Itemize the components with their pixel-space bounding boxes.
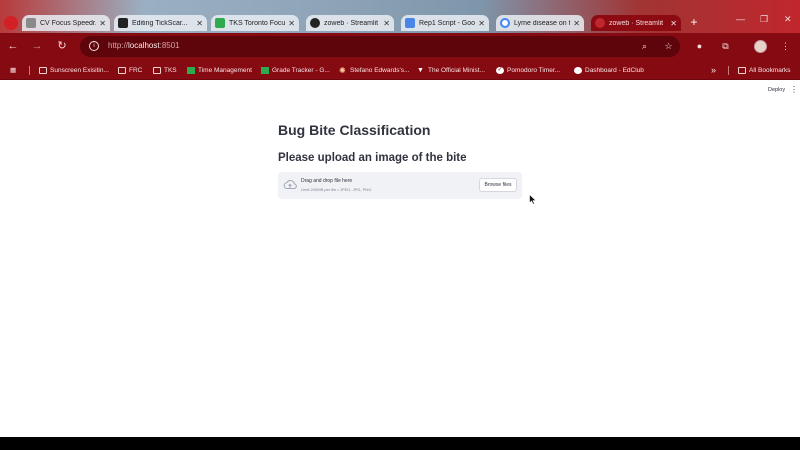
sheet-icon (261, 66, 269, 74)
tab-title: Editing TickScar... (132, 19, 188, 27)
check-icon: ✓ (496, 66, 504, 74)
bookmark-label: The Official Minist... (428, 66, 485, 74)
close-icon[interactable]: ✕ (573, 19, 580, 28)
streamlit-app: Deploy ⋮ Bug Bite Classification Please … (0, 81, 800, 437)
folder-icon (39, 66, 47, 74)
tab-title: zoweb · Streamlit (609, 19, 664, 27)
url-port: :8501 (159, 41, 180, 50)
forward-arrow-icon[interactable]: → (30, 39, 44, 53)
bookmark-label: Pomodoro Timer... (507, 66, 561, 74)
tab-favicon-icon (310, 18, 320, 28)
tab-favicon-icon (595, 18, 605, 28)
tab-lyme-disease[interactable]: Lyme disease on t... ✕ (496, 15, 584, 31)
bookmark-separator (29, 66, 30, 75)
apps-grid-icon[interactable]: ▦ (10, 65, 16, 75)
minimize-icon[interactable]: — (736, 14, 745, 24)
bookmarks-bar: ▦ Sunscreen Exisitin... FRC TKS Time Man… (0, 60, 800, 80)
tab-search-icon[interactable] (4, 16, 18, 30)
tab-title: Rep1 Script - Goo... (419, 19, 476, 27)
sheet-icon (187, 66, 195, 74)
page-title: Bug Bite Classification (278, 122, 431, 138)
browse-files-button[interactable]: Browse files (479, 178, 517, 192)
page-subtitle: Please upload an image of the bite (278, 152, 467, 164)
bookmark-separator (728, 66, 729, 75)
all-bookmarks[interactable]: All Bookmarks (738, 65, 791, 75)
bookmark-tks[interactable]: TKS (153, 65, 177, 75)
plus-icon[interactable]: + (687, 15, 701, 29)
tab-title: CV Focus Speedr... (40, 19, 97, 27)
tab-favicon-icon (215, 18, 225, 28)
tab-favicon-icon (118, 18, 128, 28)
bookmark-sunscreen[interactable]: Sunscreen Exisitin... (39, 65, 109, 75)
browser-window: CV Focus Speedr... ✕ Editing TickScar...… (0, 0, 800, 437)
close-icon[interactable]: ✕ (383, 19, 390, 28)
more-menu-icon[interactable]: ⋮ (780, 41, 791, 52)
tab-favicon-icon (500, 18, 510, 28)
info-icon[interactable]: i (89, 41, 99, 51)
bookmark-dashboard-edclub[interactable]: Dashboard - EdClub (574, 65, 644, 75)
tab-editing-tickscar[interactable]: Editing TickScar... ✕ (114, 15, 207, 31)
tab-tks-toronto[interactable]: TKS Toronto Focu... ✕ (211, 15, 299, 31)
cloud-upload-icon (283, 180, 297, 190)
tab-title: zoweb · Streamlit (324, 19, 379, 27)
bookmark-label: Stefano Edwards's... (350, 66, 410, 74)
tab-favicon-icon (405, 18, 415, 28)
zoom-search-icon[interactable]: ⌕ (639, 41, 650, 52)
tab-rep1-script[interactable]: Rep1 Script - Goo... ✕ (401, 15, 489, 31)
bookmark-label: FRC (129, 66, 143, 74)
profile-avatar[interactable] (754, 40, 767, 53)
bookmark-time-management[interactable]: Time Management (187, 65, 252, 75)
folder-icon (118, 66, 126, 74)
bookmark-label: TKS (164, 66, 177, 74)
address-toolbar: ← → ↻ i http://localhost:8501 ⌕ ☆ ● ⧉ ⋮ (0, 33, 800, 60)
all-bookmarks-label: All Bookmarks (749, 66, 791, 74)
drop-instructions: Drag and drop file here (301, 178, 353, 184)
bookmark-label: Time Management (198, 66, 252, 74)
more-bookmarks-chevron-icon[interactable]: » (711, 65, 716, 75)
extension-dot-icon[interactable]: ● (694, 41, 705, 52)
bookmark-label: Dashboard - EdClub (585, 66, 644, 74)
bookmark-grade-tracker[interactable]: Grade Tracker - G... (261, 65, 330, 75)
tab-title: TKS Toronto Focu... (229, 19, 286, 27)
edclub-icon (574, 66, 582, 74)
bookmark-stefano[interactable]: ✺ Stefano Edwards's... (339, 65, 409, 75)
bookmark-star-icon[interactable]: ☆ (663, 41, 674, 52)
triangle-icon: ▼ (417, 66, 424, 74)
close-icon[interactable]: ✕ (99, 19, 106, 28)
bookmark-label: Grade Tracker - G... (272, 66, 330, 74)
file-limit-text: Limit 200MB per file • JPEG, JPG, PNG (301, 187, 372, 192)
tab-favicon-icon (26, 18, 36, 28)
maximize-icon[interactable]: ❐ (760, 14, 768, 25)
bookmark-label: Sunscreen Exisitin... (50, 66, 109, 74)
close-window-icon[interactable]: ✕ (784, 14, 792, 25)
url-text[interactable]: http://localhost:8501 (108, 41, 180, 50)
mouse-cursor-icon (529, 194, 537, 205)
back-arrow-icon[interactable]: ← (6, 39, 20, 53)
tab-strip: CV Focus Speedr... ✕ Editing TickScar...… (0, 0, 800, 33)
file-uploader-dropzone[interactable]: Drag and drop file here Limit 200MB per … (278, 172, 522, 199)
bookmark-frc[interactable]: FRC (118, 65, 142, 75)
reload-icon[interactable]: ↻ (55, 39, 69, 53)
deploy-button[interactable]: Deploy (768, 87, 785, 93)
close-icon[interactable]: ✕ (196, 19, 203, 28)
close-icon[interactable]: ✕ (478, 19, 485, 28)
tab-cv-focus[interactable]: CV Focus Speedr... ✕ (22, 15, 110, 31)
extensions-puzzle-icon[interactable]: ⧉ (720, 41, 731, 52)
close-icon[interactable]: ✕ (288, 19, 295, 28)
url-prefix: http:// (108, 41, 129, 50)
close-icon[interactable]: ✕ (670, 19, 677, 28)
folder-icon (153, 66, 161, 74)
sun-icon: ✺ (339, 65, 346, 75)
app-menu-icon[interactable]: ⋮ (790, 85, 798, 94)
bookmark-pomodoro[interactable]: ✓ Pomodoro Timer... (496, 65, 560, 75)
tab-zoweb-streamlit[interactable]: zoweb · Streamlit ✕ (306, 15, 394, 31)
tab-zoweb-streamlit-active[interactable]: zoweb · Streamlit ✕ (591, 15, 681, 31)
url-host: localhost (128, 41, 160, 50)
folder-icon (738, 66, 746, 74)
tab-title: Lyme disease on t... (514, 19, 571, 27)
bookmark-official-minist[interactable]: ▼ The Official Minist... (417, 65, 485, 75)
